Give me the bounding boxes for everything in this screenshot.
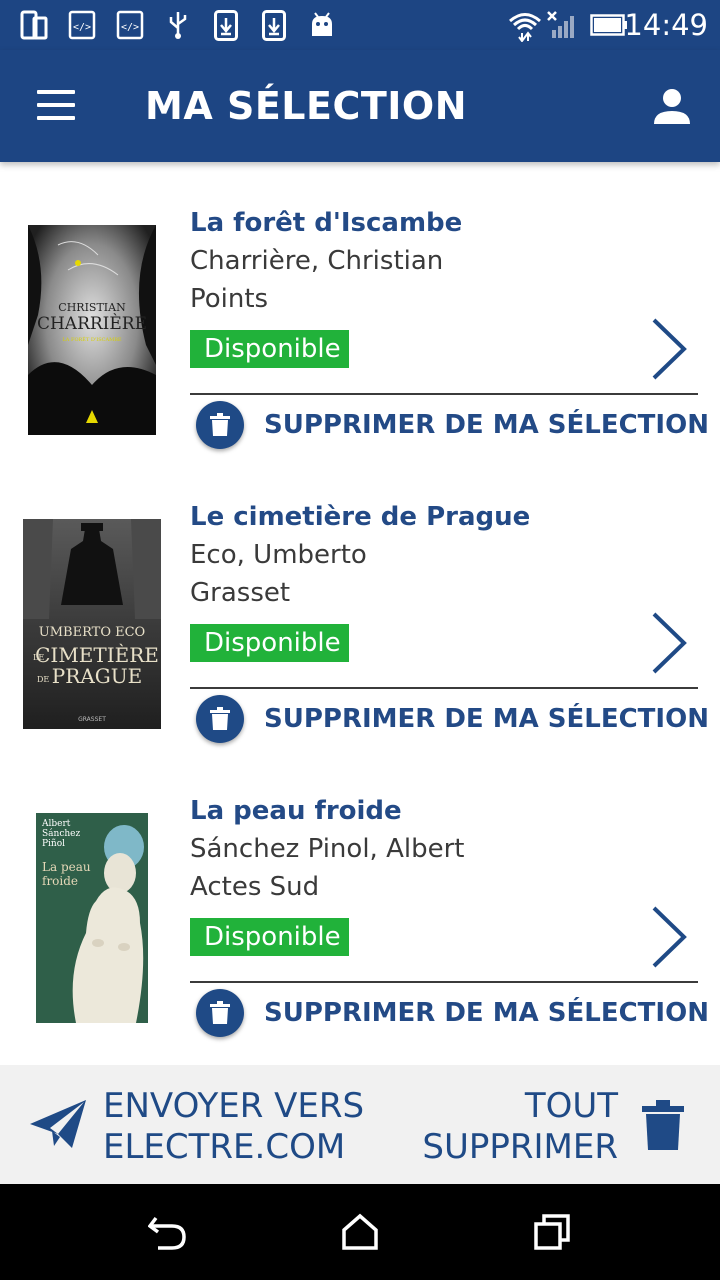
list-item: CHRISTIAN CHARRIÈRE LA FORÊT D'ISCAMBE L…: [0, 162, 720, 456]
book-publisher: Points: [190, 284, 269, 314]
chevron-right-icon[interactable]: [648, 610, 690, 676]
no-signal-icon: [547, 11, 574, 38]
remove-from-selection-button[interactable]: SUPPRIMER DE MA SÉLECTION: [190, 396, 709, 456]
hamburger-menu-icon-bar: [37, 103, 75, 107]
availability-badge: Disponible: [190, 624, 349, 662]
app-screen: </> </> 14:49 MA SÉLECTION CHRISTIAN CHA…: [0, 0, 720, 1280]
svg-text:</>: </>: [73, 22, 91, 33]
send-label-line: ENVOYER VERS: [103, 1086, 365, 1126]
system-nav-bar: [0, 1184, 720, 1280]
cover-text: LA FORÊT D'ISCAMBE: [62, 335, 121, 343]
divider: [190, 687, 698, 689]
book-title[interactable]: La peau froide: [190, 796, 402, 826]
send-label-line: ELECTRE.COM: [103, 1127, 346, 1167]
trash-button[interactable]: [196, 695, 244, 743]
trash-icon: [210, 707, 230, 730]
remove-label: SUPPRIMER DE MA SÉLECTION: [264, 410, 709, 440]
menu-button[interactable]: [30, 84, 82, 128]
cover-text: GRASSET: [78, 716, 106, 723]
remove-label: SUPPRIMER DE MA SÉLECTION: [264, 998, 709, 1028]
book-title[interactable]: Le cimetière de Prague: [190, 502, 530, 532]
book-author: Sánchez Pinol, Albert: [190, 834, 465, 864]
divider: [190, 393, 698, 395]
availability-badge: Disponible: [190, 918, 349, 956]
cover-text: Albert: [41, 819, 71, 829]
page-title: MA SÉLECTION: [145, 84, 468, 128]
device-icon: [20, 10, 48, 40]
cover-text: DE: [37, 675, 49, 684]
usb-icon: [169, 12, 187, 39]
hamburger-menu-icon: [37, 90, 75, 94]
back-icon[interactable]: [148, 1212, 188, 1252]
selection-list: CHRISTIAN CHARRIÈRE LA FORÊT D'ISCAMBE L…: [0, 162, 720, 1065]
cover-text: Sánchez: [42, 828, 80, 839]
recent-apps-icon[interactable]: [532, 1212, 572, 1252]
hamburger-menu-icon-bar: [37, 116, 75, 120]
delete-all-label-line: SUPPRIMER: [422, 1127, 618, 1167]
send-to-electre-button[interactable]: ENVOYER VERS ELECTRE.COM: [0, 1065, 380, 1184]
download-icon: [262, 10, 286, 41]
person-icon: [654, 89, 690, 124]
cover-text: La peau: [42, 860, 91, 874]
book-author: Charrière, Christian: [190, 246, 444, 276]
account-button[interactable]: [650, 86, 694, 130]
trash-icon: [642, 1100, 684, 1150]
send-icon: [30, 1100, 86, 1148]
list-item: UMBERTO ECO LE CIMETIÈRE DE PRAGUE GRASS…: [0, 456, 720, 750]
cover-text: CHARRIÈRE: [37, 313, 147, 334]
svg-text:</>: </>: [121, 22, 139, 33]
delete-all-label-line: TOUT: [524, 1086, 618, 1126]
android-icon: [312, 12, 332, 36]
book-cover-art: UMBERTO ECO LE CIMETIÈRE DE PRAGUE GRASS…: [23, 519, 161, 729]
book-publisher: Actes Sud: [190, 872, 320, 902]
status-bar: </> </> 14:49: [0, 0, 720, 50]
remove-from-selection-button[interactable]: SUPPRIMER DE MA SÉLECTION: [190, 984, 709, 1044]
code-icon: </>: [116, 10, 144, 40]
list-item: Albert Sánchez Piñol La peau froide La p…: [0, 750, 720, 1044]
trash-button[interactable]: [196, 401, 244, 449]
code-icon: </>: [68, 10, 96, 40]
book-title[interactable]: La forêt d'Iscambe: [190, 208, 462, 238]
delete-all-button[interactable]: TOUT SUPPRIMER: [400, 1065, 720, 1184]
cover-text: froide: [42, 874, 78, 888]
divider: [190, 981, 698, 983]
send-label: ENVOYER VERS ELECTRE.COM: [103, 1086, 364, 1168]
bottom-action-bar: ENVOYER VERS ELECTRE.COM TOUT SUPPRIMER: [0, 1065, 720, 1184]
app-bar: MA SÉLECTION: [0, 50, 720, 162]
remove-label: SUPPRIMER DE MA SÉLECTION: [264, 704, 709, 734]
book-cover[interactable]: CHRISTIAN CHARRIÈRE LA FORÊT D'ISCAMBE: [28, 225, 156, 435]
cover-text: PRAGUE: [52, 664, 142, 688]
book-author: Eco, Umberto: [190, 540, 367, 570]
availability-badge: Disponible: [190, 330, 349, 368]
cover-text: Piñol: [42, 839, 65, 849]
wifi-icon: [509, 13, 541, 42]
trash-icon: [210, 1001, 230, 1024]
download-icon: [214, 10, 238, 41]
book-publisher: Grasset: [190, 578, 291, 608]
home-icon[interactable]: [340, 1212, 380, 1252]
book-cover[interactable]: UMBERTO ECO LE CIMETIÈRE DE PRAGUE GRASS…: [23, 519, 161, 729]
book-cover-art: Albert Sánchez Piñol La peau froide: [36, 813, 148, 1023]
chevron-right-icon[interactable]: [648, 904, 690, 970]
battery-icon: [590, 14, 627, 36]
chevron-right-icon[interactable]: [648, 316, 690, 382]
remove-from-selection-button[interactable]: SUPPRIMER DE MA SÉLECTION: [190, 690, 709, 750]
book-cover[interactable]: Albert Sánchez Piñol La peau froide: [36, 813, 148, 1023]
delete-all-label: TOUT SUPPRIMER: [422, 1086, 618, 1168]
status-time: 14:49: [624, 8, 708, 42]
cover-text: CHRISTIAN: [58, 301, 126, 314]
trash-button[interactable]: [196, 989, 244, 1037]
book-cover-art: CHRISTIAN CHARRIÈRE LA FORÊT D'ISCAMBE: [28, 225, 156, 435]
cover-text: UMBERTO ECO: [39, 625, 145, 640]
trash-icon: [210, 413, 230, 436]
